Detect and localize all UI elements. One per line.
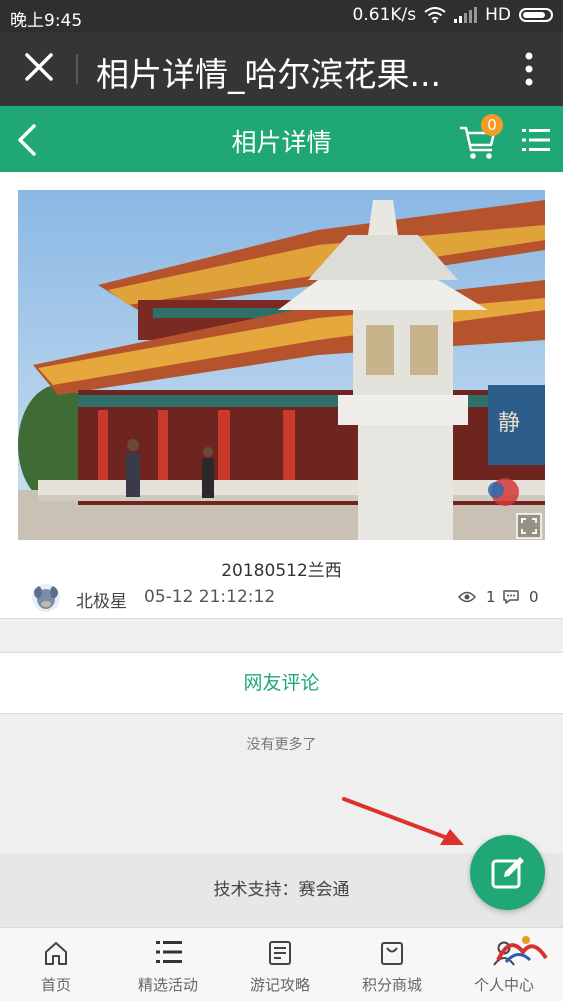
nav-item-points-mall[interactable]: 积分商城 xyxy=(336,928,448,1001)
status-bar: 晚上9:45 0.61K/s HD xyxy=(0,0,563,32)
cart-badge: 0 xyxy=(481,114,503,136)
photo-meta: 北极星 05-12 21:12:12 1 0 xyxy=(32,584,542,612)
network-type: HD xyxy=(485,5,511,25)
eye-icon xyxy=(458,591,476,603)
status-indicators: 0.61K/s HD xyxy=(353,5,553,25)
wifi-icon xyxy=(424,7,446,23)
signal-icon xyxy=(454,7,478,23)
photo-card: 静 20180512兰西 北极星 05-12 21:12:12 1 0 xyxy=(0,172,563,619)
nav-item-activities[interactable]: 精选活动 xyxy=(112,928,224,1001)
nav-item-home[interactable]: 首页 xyxy=(0,928,112,1001)
edit-floating-button[interactable] xyxy=(470,835,545,910)
status-time: 晚上9:45 xyxy=(10,11,83,31)
comment-icon xyxy=(503,590,519,604)
photo-caption: 20180512兰西 xyxy=(221,561,342,581)
photo-datetime: 05-12 21:12:12 xyxy=(144,587,276,607)
watermark-logo-icon xyxy=(496,936,548,964)
browser-title: 相片详情_哈尔滨花果... xyxy=(96,55,441,94)
photo-image[interactable]: 静 xyxy=(18,190,545,540)
edit-icon xyxy=(491,857,524,889)
bottom-nav: 首页 精选活动 游记攻略 积分商城 个人中心 xyxy=(0,927,563,1001)
author-avatar[interactable] xyxy=(32,584,60,612)
browser-bar: 相片详情_哈尔滨花果... xyxy=(0,32,563,106)
annotation-arrow-icon xyxy=(342,797,464,845)
battery-icon xyxy=(519,8,553,22)
nav-item-label: 游记攻略 xyxy=(249,976,310,994)
view-count: 1 xyxy=(486,588,496,606)
nav-item-label: 精选活动 xyxy=(137,976,198,994)
nav-item-label: 积分商城 xyxy=(361,976,422,994)
home-icon xyxy=(45,942,67,965)
sign-board-text: 静 xyxy=(498,411,520,436)
list-icon xyxy=(156,941,182,963)
comment-count: 0 xyxy=(529,588,539,606)
no-more-text: 没有更多了 xyxy=(246,737,317,753)
fullscreen-icon[interactable] xyxy=(516,513,542,539)
page-header: 相片详情 0 xyxy=(0,106,563,172)
more-vertical-icon[interactable] xyxy=(525,52,533,86)
nav-item-label: 首页 xyxy=(40,976,71,994)
nav-item-travel-notes[interactable]: 游记攻略 xyxy=(224,928,336,1001)
browser-bar-divider xyxy=(76,54,78,84)
network-speed: 0.61K/s xyxy=(352,5,417,25)
comments-section-tab[interactable]: 网友评论 xyxy=(0,652,563,714)
shopping-bag-icon xyxy=(381,942,403,965)
nav-item-label: 个人中心 xyxy=(473,976,534,994)
menu-icon[interactable] xyxy=(522,128,550,152)
author-name[interactable]: 北极星 xyxy=(76,587,127,612)
close-icon[interactable] xyxy=(22,50,56,84)
notes-icon xyxy=(269,941,291,965)
